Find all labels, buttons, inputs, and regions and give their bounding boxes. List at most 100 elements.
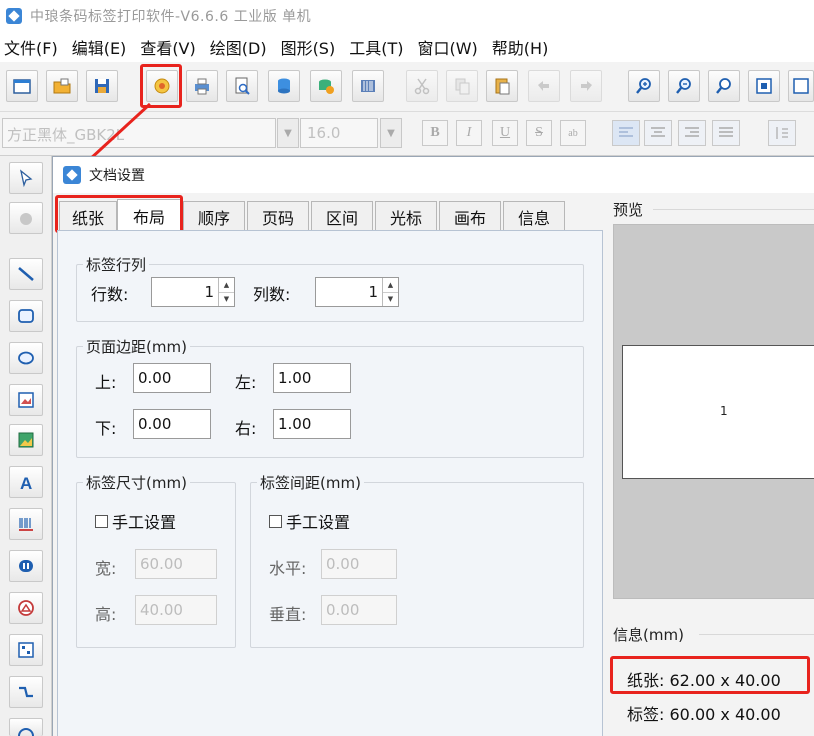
label-height-field[interactable]: 40.00 bbox=[135, 595, 217, 625]
right-margin-label: 右: bbox=[235, 419, 257, 438]
spin-up-icon[interactable]: ▲ bbox=[383, 278, 398, 292]
font-size-select[interactable]: 16.0 bbox=[300, 118, 378, 148]
save-button[interactable] bbox=[86, 70, 118, 102]
print-button[interactable] bbox=[186, 70, 218, 102]
align-right-button[interactable] bbox=[678, 120, 706, 146]
menu-file[interactable]: 文件(F) bbox=[4, 35, 58, 59]
serial-icon bbox=[19, 560, 33, 572]
zoom-out-icon bbox=[676, 78, 691, 94]
picture-tool-button[interactable] bbox=[9, 384, 43, 416]
ellipse-tool-button[interactable] bbox=[9, 342, 43, 374]
font-size-dropdown-icon[interactable]: ▼ bbox=[380, 118, 402, 148]
new-button[interactable] bbox=[6, 70, 38, 102]
arc-icon bbox=[18, 727, 34, 736]
arc-tool-button[interactable] bbox=[9, 718, 43, 736]
strikethrough-button[interactable]: S bbox=[526, 120, 552, 146]
shape-tool-button[interactable] bbox=[9, 592, 43, 624]
label-width-field[interactable]: 60.00 bbox=[135, 549, 217, 579]
vertical-spacing-field[interactable]: 0.00 bbox=[321, 595, 397, 625]
more-icon bbox=[793, 78, 809, 94]
print-icon bbox=[195, 78, 209, 95]
checkbox-icon[interactable] bbox=[269, 514, 282, 528]
tab-order[interactable]: 顺序 bbox=[183, 201, 245, 231]
spin-up-icon[interactable]: ▲ bbox=[219, 278, 234, 292]
rows-stepper[interactable]: 1 ▲ ▼ bbox=[151, 277, 235, 307]
line-tool-button[interactable] bbox=[9, 258, 43, 290]
qrcode-tool-button[interactable] bbox=[9, 634, 43, 666]
text-tool-button[interactable]: A bbox=[9, 466, 43, 498]
menu-window[interactable]: 窗口(W) bbox=[417, 35, 477, 59]
document-settings-dialog: 文档设置 纸张 布局 顺序 页码 区间 光标 画布 信息 标签行列 行数: 1 … bbox=[52, 156, 814, 736]
zoom-in-button[interactable] bbox=[628, 70, 660, 102]
align-center-icon bbox=[651, 127, 665, 137]
info-divider bbox=[699, 634, 814, 635]
bottom-margin-label: 下: bbox=[95, 419, 117, 438]
data-source-button[interactable] bbox=[310, 70, 342, 102]
tab-cursor[interactable]: 光标 bbox=[375, 201, 437, 231]
rows-spin-buttons[interactable]: ▲ ▼ bbox=[218, 278, 234, 306]
paste-button[interactable] bbox=[486, 70, 518, 102]
spacing-button[interactable] bbox=[768, 120, 796, 146]
right-margin-field[interactable]: 1.00 bbox=[273, 409, 351, 439]
title-bar: 中琅条码标签打印软件-V6.6.6 工业版 单机 bbox=[0, 0, 814, 32]
preview-page-number: 1 bbox=[720, 404, 728, 418]
label-spacing-manual-checkbox[interactable]: 手工设置 bbox=[269, 509, 350, 533]
checkbox-icon[interactable] bbox=[95, 514, 108, 528]
zoom-page-button[interactable] bbox=[748, 70, 780, 102]
cols-spin-buttons[interactable]: ▲ ▼ bbox=[382, 278, 398, 306]
curve-tool-button[interactable] bbox=[9, 676, 43, 708]
select-tool-button[interactable] bbox=[9, 162, 43, 194]
menu-draw[interactable]: 绘图(D) bbox=[210, 35, 267, 59]
cols-stepper[interactable]: 1 ▲ ▼ bbox=[315, 277, 399, 307]
preview-area: 1 bbox=[613, 224, 814, 599]
bottom-margin-field[interactable]: 0.00 bbox=[133, 409, 211, 439]
tab-canvas[interactable]: 画布 bbox=[439, 201, 501, 231]
redo-button[interactable] bbox=[570, 70, 602, 102]
align-right-icon bbox=[685, 127, 699, 137]
align-justify-button[interactable] bbox=[712, 120, 740, 146]
zoom-in-icon bbox=[636, 78, 651, 94]
database-button[interactable] bbox=[268, 70, 300, 102]
dialog-title: 文档设置 bbox=[89, 168, 145, 184]
tab-info[interactable]: 信息 bbox=[503, 201, 565, 231]
rows-label: 行数: bbox=[91, 285, 129, 304]
top-margin-field[interactable]: 0.00 bbox=[133, 363, 211, 393]
italic-button[interactable]: I bbox=[456, 120, 482, 146]
menu-shape[interactable]: 图形(S) bbox=[281, 35, 336, 59]
align-left-button[interactable] bbox=[612, 120, 640, 146]
image-tool-button[interactable] bbox=[9, 424, 43, 456]
menu-view[interactable]: 查看(V) bbox=[140, 35, 195, 59]
barcode-tool-button[interactable] bbox=[9, 508, 43, 540]
undo-button[interactable] bbox=[528, 70, 560, 102]
align-center-button[interactable] bbox=[644, 120, 672, 146]
spin-down-icon[interactable]: ▼ bbox=[383, 291, 398, 307]
menu-tools[interactable]: 工具(T) bbox=[349, 35, 403, 59]
open-button[interactable] bbox=[46, 70, 78, 102]
font-name-dropdown-icon[interactable]: ▼ bbox=[277, 118, 299, 148]
image-icon bbox=[18, 432, 34, 448]
text-direction-button[interactable]: ab bbox=[560, 120, 586, 146]
underline-button[interactable]: U bbox=[492, 120, 518, 146]
tab-range[interactable]: 区间 bbox=[311, 201, 373, 231]
label-size-manual-checkbox[interactable]: 手工设置 bbox=[95, 509, 176, 533]
more-button[interactable] bbox=[788, 70, 814, 102]
serial-tool-button[interactable] bbox=[9, 550, 43, 582]
left-margin-field[interactable]: 1.00 bbox=[273, 363, 351, 393]
text-icon: A bbox=[20, 474, 32, 492]
rounded-rect-tool-button[interactable] bbox=[9, 300, 43, 332]
cut-button[interactable] bbox=[406, 70, 438, 102]
print-preview-button[interactable] bbox=[226, 70, 258, 102]
zoom-fit-button[interactable] bbox=[708, 70, 740, 102]
bold-button[interactable]: B bbox=[422, 120, 448, 146]
horizontal-spacing-field[interactable]: 0.00 bbox=[321, 549, 397, 579]
copy-button[interactable] bbox=[446, 70, 478, 102]
menu-edit[interactable]: 编辑(E) bbox=[72, 35, 127, 59]
zoom-out-button[interactable] bbox=[668, 70, 700, 102]
menu-help[interactable]: 帮助(H) bbox=[492, 35, 549, 59]
pan-tool-button[interactable] bbox=[9, 202, 43, 234]
spin-down-icon[interactable]: ▼ bbox=[219, 291, 234, 307]
preview-legend: 预览 bbox=[613, 201, 644, 219]
font-name-select[interactable]: 方正黑体_GBK2L bbox=[2, 118, 276, 148]
barcode-button[interactable] bbox=[352, 70, 384, 102]
tab-page-number[interactable]: 页码 bbox=[247, 201, 309, 231]
